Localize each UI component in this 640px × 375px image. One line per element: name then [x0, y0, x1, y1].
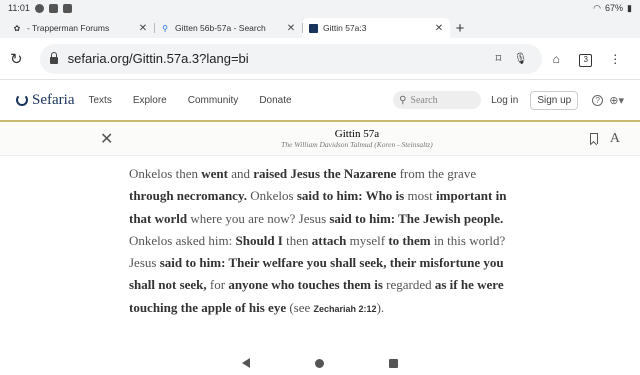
- browser-tab[interactable]: ⚲ Gitten 56b-57a - Search ✕: [154, 18, 302, 38]
- translation-bold-text: through necromancy.: [129, 188, 247, 204]
- tab-strip: ✿ - Trapperman Forums ✕ ⚲ Gitten 56b-57a…: [0, 16, 640, 38]
- translation-bold-text: raised Jesus the Nazarene: [253, 166, 397, 181]
- nav-donate[interactable]: Donate: [259, 95, 291, 106]
- back-icon[interactable]: [242, 358, 250, 368]
- logo-text: Sefaria: [32, 91, 75, 108]
- commentary-text: and: [227, 166, 254, 181]
- status-bar: 11:01 ◠ 67% ▮: [0, 0, 640, 16]
- tab-count: 3: [579, 53, 593, 67]
- search-placeholder: Search: [410, 94, 438, 106]
- notification-icon: [34, 3, 44, 13]
- search-favicon-icon: ⚲: [162, 23, 168, 33]
- tab-switcher-button[interactable]: 3: [571, 51, 601, 67]
- commentary-text: regarded: [382, 277, 435, 293]
- search-icon: ⚲: [399, 94, 407, 106]
- commentary-text: (see: [286, 299, 314, 315]
- bookmark-star-icon[interactable]: ⌑: [488, 52, 510, 65]
- login-link[interactable]: Log in: [491, 95, 518, 106]
- url-text[interactable]: sefaria.org/Gittin.57a.3?lang=bi: [68, 51, 488, 66]
- lock-icon[interactable]: [49, 52, 58, 64]
- new-tab-button[interactable]: +: [450, 18, 470, 38]
- help-icon[interactable]: ?: [592, 94, 604, 106]
- commentary-text: Onkelos then: [129, 166, 202, 181]
- status-time: 11:01: [8, 3, 30, 13]
- translation-bold-text: Should I: [235, 232, 283, 248]
- text-title[interactable]: Gittin 57a The William Davidson Talmud (…: [124, 128, 590, 149]
- translation-bold-text: to them: [388, 232, 431, 248]
- commentary-text: from the grave: [396, 166, 477, 181]
- nav-texts[interactable]: Texts: [88, 95, 111, 106]
- microphone-icon[interactable]: 🎙: [510, 52, 532, 65]
- signup-button[interactable]: Sign up: [530, 90, 579, 110]
- notification-icon: [48, 3, 58, 13]
- browser-tab-active[interactable]: Gittin 57a:3 ✕: [302, 18, 450, 38]
- wifi-icon: ◠: [593, 2, 602, 13]
- tab-title: Gitten 56b-57a - Search: [175, 23, 266, 33]
- reader-toolbar: ✕ Gittin 57a The William Davidson Talmud…: [0, 122, 640, 156]
- commentary-text: Onkelos asked him:: [129, 232, 236, 248]
- sefaria-logo-icon: [16, 94, 28, 106]
- text-version: The William Davidson Talmud (Koren - Ste…: [281, 140, 433, 149]
- nav-explore[interactable]: Explore: [133, 95, 167, 106]
- omnibox[interactable]: sefaria.org/Gittin.57a.3?lang=bi ⌑ 🎙: [39, 43, 542, 74]
- sefaria-favicon-icon: [308, 23, 318, 33]
- close-tab-icon[interactable]: ✕: [434, 23, 444, 34]
- translation-bold-text: attach: [311, 232, 347, 248]
- translation-bold-text: anyone who touches them is: [228, 277, 383, 293]
- address-bar: ↻ sefaria.org/Gittin.57a.3?lang=bi ⌑ 🎙 ⌂…: [0, 38, 640, 80]
- translation-bold-text: said to him: Who is: [296, 188, 405, 204]
- citation-link[interactable]: Zechariah 2:12: [314, 304, 377, 314]
- home-icon[interactable]: ⌂: [542, 52, 572, 66]
- translation-bold-text: said to him: The Jewish people.: [329, 210, 504, 226]
- bookmark-icon[interactable]: [589, 133, 598, 144]
- reload-icon[interactable]: ↻: [10, 50, 32, 68]
- system-nav-bar: [0, 351, 640, 375]
- commentary-text: most: [404, 188, 437, 204]
- text-ref: Gittin 57a: [334, 128, 380, 140]
- commentary-text: myself: [346, 232, 389, 248]
- home-button-icon[interactable]: [315, 358, 324, 368]
- passage-text: Onkelos then went and raised Jesus the N…: [0, 156, 510, 320]
- tab-title: Gittin 57a:3: [323, 23, 367, 33]
- search-input[interactable]: ⚲ Search: [393, 91, 482, 109]
- nav-community[interactable]: Community: [188, 95, 239, 106]
- notification-icon: [62, 3, 72, 13]
- commentary-text: Onkelos: [246, 188, 297, 204]
- commentary-text: for: [206, 277, 229, 293]
- more-menu-icon[interactable]: ⋮: [601, 52, 631, 66]
- close-icon[interactable]: ✕: [100, 129, 124, 149]
- display-settings-button[interactable]: A: [610, 131, 620, 147]
- language-globe-icon[interactable]: ⊕▾: [609, 94, 624, 107]
- translation-bold-text: went: [201, 166, 228, 181]
- site-header: Sefaria Texts Explore Community Donate ⚲…: [0, 80, 640, 122]
- commentary-text: then: [282, 232, 312, 248]
- close-tab-icon[interactable]: ✕: [286, 23, 296, 34]
- battery-level: 67%: [605, 3, 624, 13]
- main-nav: Texts Explore Community Donate: [88, 95, 312, 106]
- recents-icon[interactable]: [389, 358, 398, 368]
- commentary-text: ).: [376, 299, 385, 315]
- site-favicon-icon: ✿: [13, 23, 21, 33]
- close-tab-icon[interactable]: ✕: [138, 23, 148, 34]
- browser-tab[interactable]: ✿ - Trapperman Forums ✕: [6, 18, 154, 38]
- sefaria-logo[interactable]: Sefaria: [16, 92, 74, 109]
- battery-icon: ▮: [627, 2, 632, 13]
- tab-title: - Trapperman Forums: [27, 23, 110, 33]
- commentary-text: where you are now? Jesus: [187, 210, 330, 226]
